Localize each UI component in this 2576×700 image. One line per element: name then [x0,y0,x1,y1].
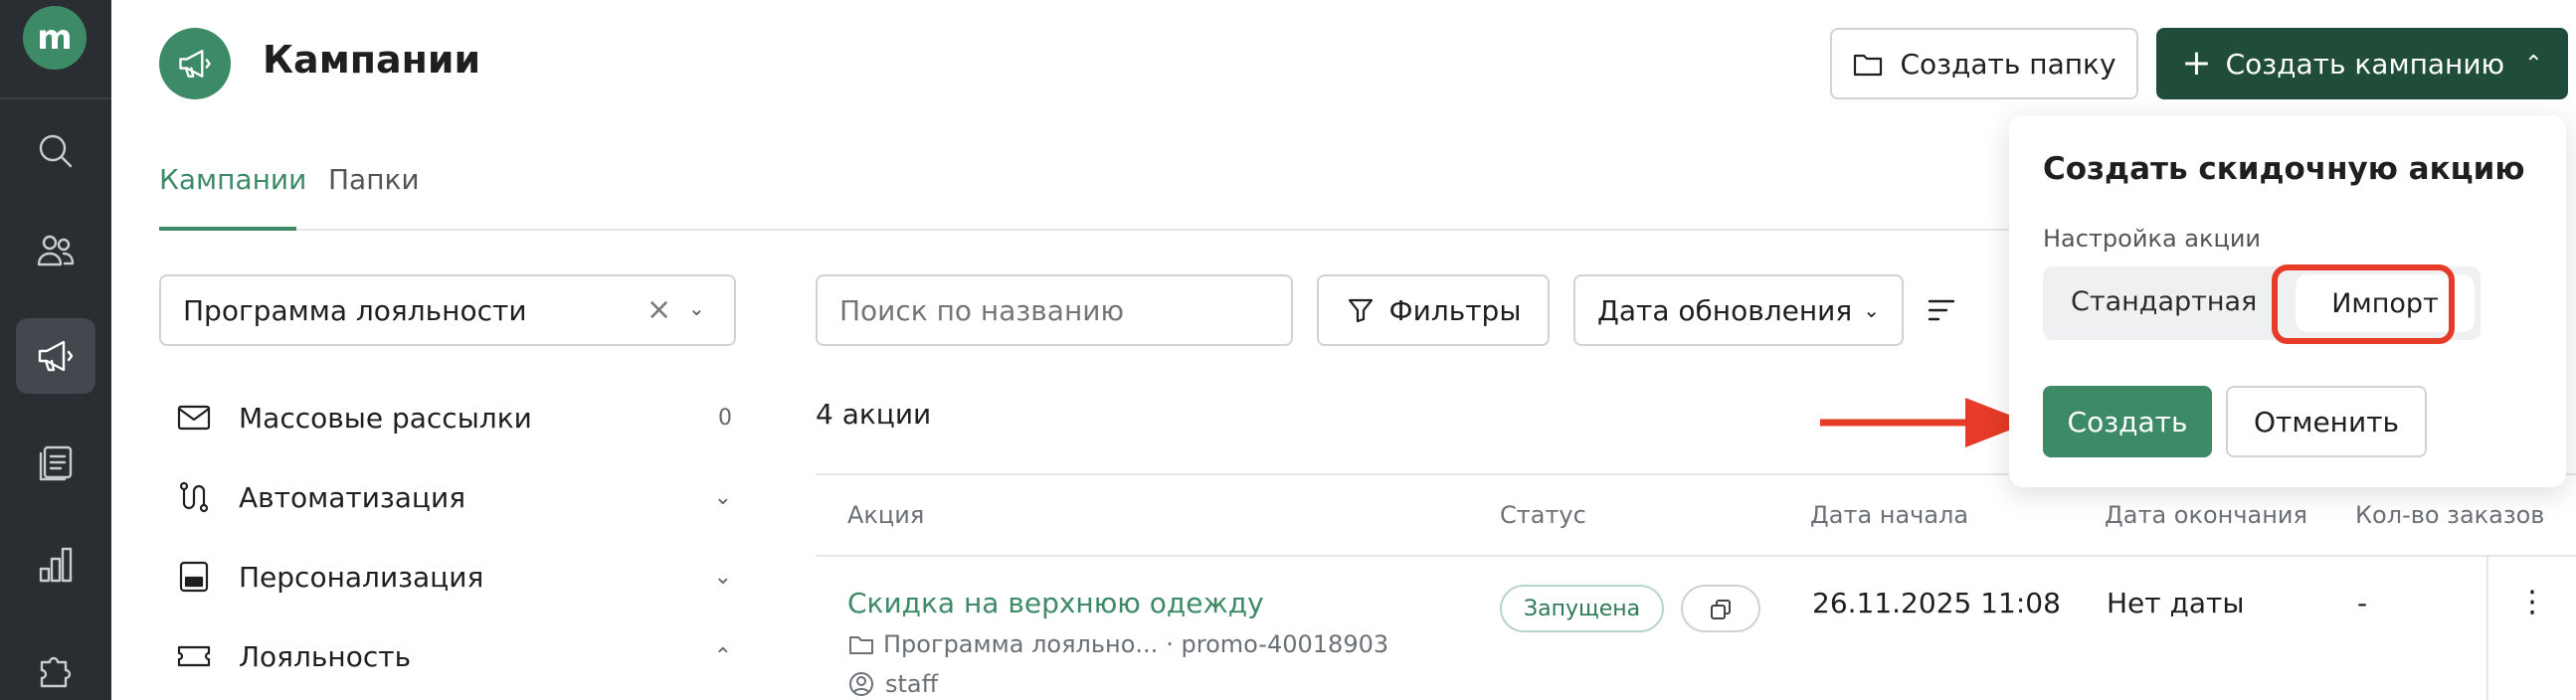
campaign-title-link[interactable]: Скидка на верхнюю одежду [847,587,1264,619]
sidebar: m [0,0,111,700]
plus-icon: + [2181,43,2212,84]
user-circle-icon [849,672,873,696]
megaphone-icon [179,50,211,78]
nav-item-loyalty[interactable]: Лояльность ⌃ [175,628,732,684]
chevron-down-icon[interactable]: ⌄ [714,485,732,510]
search-icon [39,134,73,168]
row-actions: ⋮ [2486,557,2576,700]
personalization-icon [179,561,209,593]
chevron-up-icon: ⌃ [2524,51,2543,77]
campaign-author-name: staff [885,670,939,698]
chevron-down-icon[interactable]: ⌄ [714,565,732,590]
sort-select[interactable]: Дата обновления ⌄ [1573,274,1904,346]
nav-item-label: Персонализация [239,560,484,594]
sort-icon [1928,299,1955,321]
chevron-down-icon[interactable]: ⌄ [688,296,705,320]
campaign-count: 4 акции [816,398,932,431]
status-badge: Запущена [1500,585,1665,632]
nav-item-label: Лояльность [239,639,412,673]
active-tab-indicator [159,227,296,231]
filters-button[interactable]: Фильтры [1317,274,1550,346]
tab-folders[interactable]: Папки [328,163,420,196]
campaign-code: · promo-40018903 [1166,630,1389,658]
nav-item-count: 0 [718,405,732,431]
column-header-start[interactable]: Дата начала [1810,501,1968,529]
popup-subtitle: Настройка акции [2043,225,2262,253]
nav-item-automation[interactable]: Автоматизация ⌄ [175,469,732,525]
sidebar-users[interactable] [16,213,95,288]
create-campaign-button[interactable]: + Создать кампанию ⌃ [2156,28,2568,99]
campaign-meta: Программа лояльно... · promo-40018903 [847,630,1388,658]
chevron-down-icon: ⌄ [1863,298,1880,322]
flow-icon [179,481,209,513]
column-header-status[interactable]: Статус [1500,501,1586,529]
chevron-up-icon[interactable]: ⌃ [714,644,732,669]
campaign-end-date: Нет даты [2107,587,2245,619]
create-campaign-label: Создать кампанию [2225,47,2505,81]
filters-label: Фильтры [1388,293,1522,327]
clear-icon[interactable]: × [646,292,671,327]
sidebar-campaigns[interactable] [16,318,95,394]
campaign-start-date: 26.11.2025 11:08 [1812,587,2061,619]
mail-icon [177,405,211,431]
campaign-folder[interactable]: Программа лояльно... [883,630,1158,658]
folder-icon [849,636,873,654]
create-folder-label: Создать папку [1900,47,2116,81]
more-vertical-icon[interactable]: ⋮ [2517,585,2547,700]
campaigns-header-icon [159,28,231,99]
annotation-highlight-box [2272,264,2455,344]
copy-button[interactable] [1681,585,1760,632]
popup-title: Создать скидочную акцию [2043,151,2525,187]
column-header-orders[interactable]: Кол-во заказов [2355,501,2544,529]
cancel-button[interactable]: Отменить [2226,386,2427,457]
sidebar-search[interactable] [16,113,95,189]
sidebar-divider [0,97,111,99]
sort-order-button[interactable] [1924,292,1959,328]
create-button[interactable]: Создать [2043,386,2212,457]
nav-item-label: Автоматизация [239,480,466,514]
sidebar-integrations[interactable] [16,632,95,700]
ticket-icon [177,645,211,667]
bar-chart-icon [39,547,73,583]
document-icon [39,445,73,481]
filter-icon [1348,298,1373,323]
tab-campaigns[interactable]: Кампании [159,163,306,196]
nav-item-mass-mailing[interactable]: Массовые рассылки 0 [175,390,732,445]
campaign-author: staff [847,670,938,698]
column-header-end[interactable]: Дата окончания [2105,501,2307,529]
option-standard[interactable]: Стандартная [2071,286,2257,317]
program-select[interactable]: Программа лояльности × ⌄ [159,274,736,346]
folder-icon [1854,54,1883,77]
column-header-promo[interactable]: Акция [847,501,924,529]
copy-icon [1711,600,1731,619]
megaphone-icon [38,340,74,372]
sort-select-value: Дата обновления [1597,293,1853,327]
sidebar-analytics[interactable] [16,527,95,603]
page-title: Кампании [263,38,481,82]
tab-bar: Кампании Папки [159,159,2248,231]
app-logo[interactable]: m [23,6,87,70]
program-select-value: Программа лояльности [183,293,527,327]
search-input[interactable] [816,274,1293,346]
annotation-arrow [1820,398,2029,447]
users-icon [37,235,75,266]
nav-item-personalization[interactable]: Персонализация ⌄ [175,549,732,605]
campaign-orders: - [2357,587,2368,619]
sidebar-content[interactable] [16,426,95,501]
nav-item-label: Массовые рассылки [239,401,532,435]
create-folder-button[interactable]: Создать папку [1830,28,2138,99]
puzzle-icon [40,656,72,688]
